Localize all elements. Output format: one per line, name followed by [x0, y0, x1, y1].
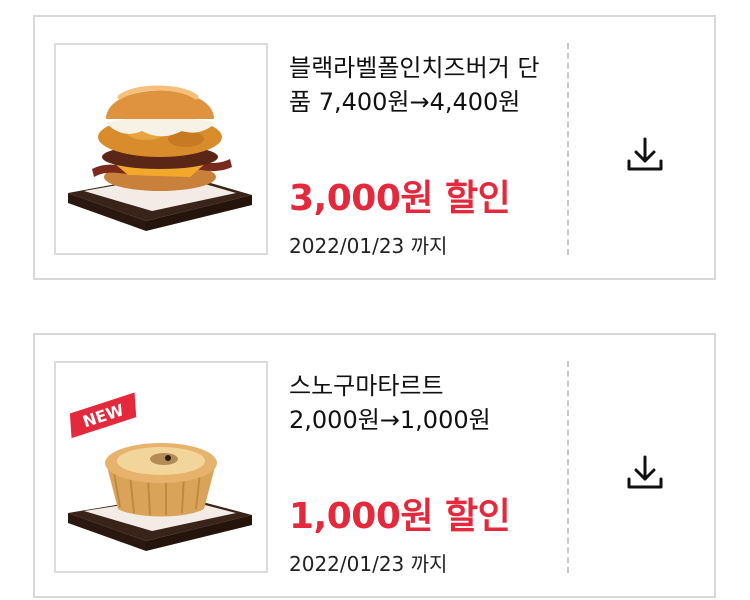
coupon-name-line2: 2,000원→1,000원 — [289, 406, 491, 434]
burger-illustration — [68, 85, 252, 231]
tart-image: NEW — [54, 361, 268, 573]
coupon-info: 스노구마타르트 2,000원→1,000원 — [289, 369, 559, 437]
dashed-divider — [567, 361, 569, 573]
download-button[interactable] — [625, 453, 665, 493]
download-icon — [627, 137, 663, 171]
download-icon — [627, 455, 663, 489]
expiry-date: 2022/01/23 까지 — [289, 234, 448, 258]
discount-amount: 1,000원 할인 — [289, 496, 511, 537]
coupon-card: NEW 스노구마타르트 2,000원→1,000원 1,000원 할인 2022… — [33, 333, 716, 598]
dashed-divider — [567, 43, 569, 255]
coupon-name-line2: 품 7,400원→4,400원 — [289, 88, 521, 116]
coupon-name-line1: 블랙라벨폴인치즈버거 단 — [289, 54, 540, 82]
coupon-name-line1: 스노구마타르트 — [289, 372, 444, 400]
coupon-card: 블랙라벨폴인치즈버거 단 품 7,400원→4,400원 3,000원 할인 2… — [33, 15, 716, 280]
burger-image — [54, 43, 268, 255]
coupon-info: 블랙라벨폴인치즈버거 단 품 7,400원→4,400원 — [289, 51, 559, 119]
expiry-date: 2022/01/23 까지 — [289, 552, 448, 576]
discount-amount: 3,000원 할인 — [289, 178, 511, 219]
download-button[interactable] — [625, 135, 665, 175]
tart-illustration: NEW — [68, 392, 252, 551]
